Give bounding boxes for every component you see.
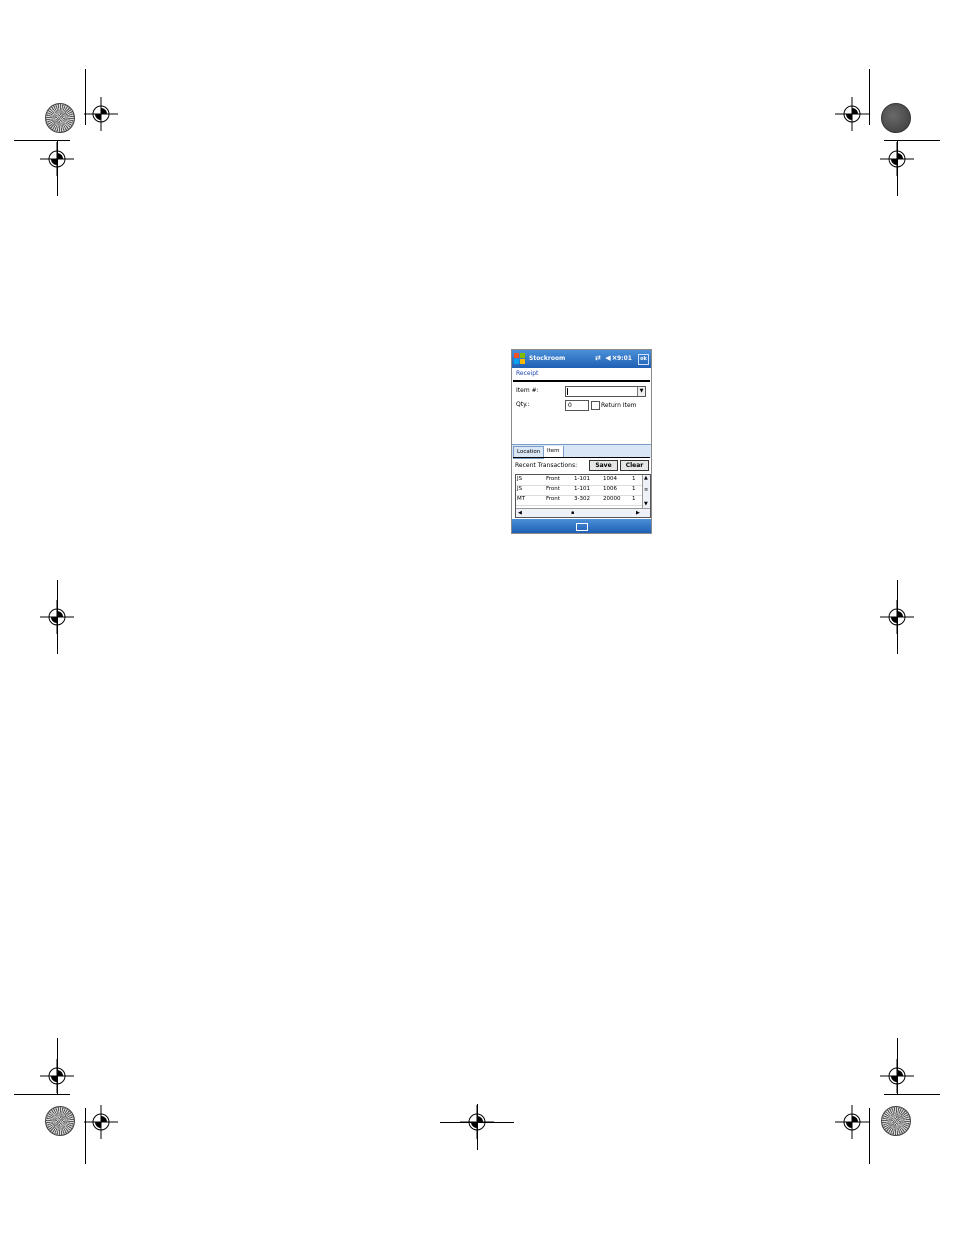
cell-item: 1004	[603, 476, 617, 482]
crop-line	[897, 1038, 898, 1094]
windows-logo-icon[interactable]	[514, 353, 526, 365]
registration-mark-icon	[835, 1105, 869, 1139]
cell-user: JS	[517, 476, 523, 482]
cell-bin: 1-101	[574, 486, 590, 492]
color-bar-starburst-icon	[881, 1106, 911, 1136]
return-item-checkbox[interactable]	[591, 401, 600, 410]
chevron-down-icon[interactable]: ▼	[637, 387, 645, 396]
clock[interactable]: 9:01	[617, 355, 632, 362]
item-number-label: Item #:	[516, 387, 539, 394]
qty-label: Qty.:	[516, 401, 530, 408]
color-bar-starburst-icon	[881, 103, 911, 133]
cell-qty: 1	[632, 486, 636, 492]
app-title: Stockroom	[529, 355, 566, 362]
cell-user: JS	[517, 486, 523, 492]
scroll-up-icon[interactable]: ▲	[644, 475, 648, 481]
scroll-right-icon[interactable]: ▶	[636, 510, 640, 516]
crop-line	[897, 580, 898, 654]
recent-transactions-label: Recent Transactions:	[515, 462, 578, 469]
crop-line	[884, 1094, 940, 1095]
registration-mark-icon	[835, 97, 869, 131]
return-item-label: Return Item	[601, 402, 637, 409]
cell-item: 20000	[603, 496, 621, 502]
scroll-left-icon[interactable]: ◀	[518, 510, 522, 516]
title-divider	[513, 380, 650, 382]
tab-strip: Location Item	[512, 444, 651, 459]
keyboard-icon[interactable]	[576, 523, 588, 531]
soft-key-bar	[512, 519, 651, 533]
recent-transactions-grid[interactable]: JS Front 1-101 1004 1 JS Front 1-101 100…	[515, 474, 651, 518]
crop-line	[85, 1108, 86, 1164]
ok-button[interactable]: ok	[638, 354, 649, 365]
crop-line	[14, 140, 70, 141]
crop-line	[14, 1094, 70, 1095]
cell-bin: 1-101	[574, 476, 590, 482]
connectivity-volume-icon[interactable]: ⇄ ◀×	[595, 354, 619, 362]
item-number-combobox[interactable]: ▼	[565, 386, 646, 397]
cell-location: Front	[546, 476, 560, 482]
crop-line	[57, 140, 58, 196]
cell-location: Front	[546, 486, 560, 492]
tab-divider	[513, 457, 650, 458]
scroll-down-icon[interactable]: ▼	[644, 501, 648, 507]
color-bar-starburst-icon	[45, 103, 75, 133]
color-bar-starburst-icon	[45, 1106, 75, 1136]
device-screen: Stockroom ⇄ ◀× 9:01 ok Receipt Item #: ▼…	[511, 349, 652, 534]
cell-item: 1006	[603, 486, 617, 492]
clear-button[interactable]: Clear	[620, 460, 649, 471]
crop-line	[477, 1104, 478, 1150]
crop-line	[897, 140, 898, 196]
table-row[interactable]: MT Front 3-302 20000 1	[516, 495, 644, 506]
cell-location: Front	[546, 496, 560, 502]
crop-line	[57, 580, 58, 654]
text-cursor	[567, 388, 568, 395]
cell-bin: 3-302	[574, 496, 590, 502]
crop-line	[57, 1038, 58, 1094]
cell-qty: 1	[632, 476, 636, 482]
horizontal-scrollbar[interactable]: ◀ ▪ ▶	[516, 508, 650, 517]
crop-line	[884, 140, 940, 141]
save-button[interactable]: Save	[589, 460, 618, 471]
qty-input[interactable]: 0	[565, 400, 589, 411]
scroll-thumb-icon[interactable]: ≡	[644, 487, 648, 493]
scroll-thumb-icon[interactable]: ▪	[571, 510, 574, 516]
qty-value: 0	[568, 402, 572, 409]
form-title: Receipt	[516, 370, 539, 377]
vertical-scrollbar[interactable]: ▲ ≡ ▼	[642, 475, 650, 508]
crop-line	[869, 1108, 870, 1164]
cell-user: MT	[517, 496, 526, 502]
title-bar: Stockroom ⇄ ◀× 9:01 ok	[512, 350, 651, 368]
registration-mark-icon	[84, 1105, 118, 1139]
cell-qty: 1	[632, 496, 636, 502]
crop-line	[869, 69, 870, 125]
registration-mark-icon	[84, 97, 118, 131]
